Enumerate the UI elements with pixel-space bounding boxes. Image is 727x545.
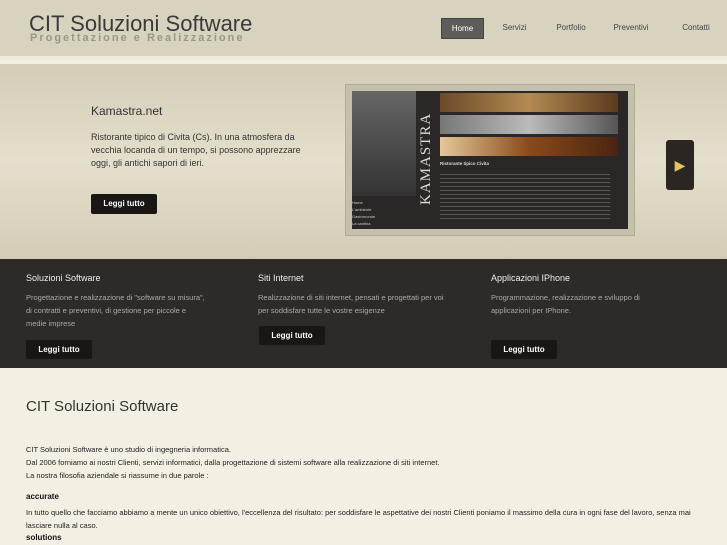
service-text: Progettazione e realizzazione di "softwa… bbox=[26, 293, 205, 328]
intro-line: CIT Soluzioni Software è uno studio di i… bbox=[26, 445, 231, 454]
slide-read-more-button[interactable]: Leggi tutto bbox=[91, 194, 157, 214]
play-arrow-icon: ▶ bbox=[674, 157, 686, 173]
service-web: Siti Internet Realizzazione di siti inte… bbox=[258, 273, 448, 317]
main-nav: Home Servizi Portfolio Preventivi Contat… bbox=[441, 18, 727, 39]
next-slide-button[interactable]: ▶ bbox=[666, 140, 694, 190]
content-title: CIT Soluzioni Software bbox=[26, 398, 179, 415]
preview-menu-item: Home bbox=[352, 200, 363, 205]
slide-text: Ristorante tipico di Civita (Cs). In una… bbox=[91, 132, 301, 168]
service-software: Soluzioni Software Progettazione e reali… bbox=[26, 273, 206, 330]
nav-home[interactable]: Home bbox=[441, 18, 484, 39]
preview-menu-item: La cantina bbox=[352, 221, 371, 226]
preview-menu-item: Gastronomia bbox=[352, 214, 375, 219]
service-title: Applicazioni IPhone bbox=[491, 273, 571, 283]
intro-line: Dal 2006 forniamo ai nostri Clienti, ser… bbox=[26, 458, 440, 467]
service-read-more-button[interactable]: Leggi tutto bbox=[259, 326, 325, 345]
intro-line: La nostra filosofia aziendale si riassum… bbox=[26, 471, 209, 480]
service-read-more-button[interactable]: Leggi tutto bbox=[26, 340, 92, 359]
service-title: Siti Internet bbox=[258, 273, 304, 283]
slide-title: Kamastra.net bbox=[91, 104, 163, 118]
heading-accurate: accurate bbox=[26, 492, 59, 501]
preview-brand: KAMASTRA bbox=[418, 112, 434, 205]
slide-preview-image[interactable]: Home L'ambiente Gastronomia La cantina K… bbox=[345, 84, 635, 236]
main-content: CIT Soluzioni Software CIT Soluzioni Sof… bbox=[26, 398, 706, 542]
services-band: Soluzioni Software Progettazione e reali… bbox=[0, 259, 727, 368]
header: CIT Soluzioni Software Progettazione e R… bbox=[0, 0, 727, 60]
service-text: Realizzazione di siti internet, pensati … bbox=[258, 293, 444, 315]
nav-preventivi[interactable]: Preventivi bbox=[597, 18, 665, 39]
service-read-more-button[interactable]: Leggi tutto bbox=[491, 340, 557, 359]
service-iphone: Applicazioni IPhone Programmazione, real… bbox=[491, 273, 671, 317]
heading-solutions: solutions bbox=[26, 533, 62, 542]
service-title: Soluzioni Software bbox=[26, 273, 101, 283]
preview-photo bbox=[352, 91, 416, 196]
nav-servizi[interactable]: Servizi bbox=[484, 18, 545, 39]
service-text: Programmazione, realizzazione e sviluppo… bbox=[491, 293, 640, 315]
tagline: Progettazione e Realizzazione bbox=[30, 32, 245, 44]
nav-portfolio[interactable]: Portfolio bbox=[545, 18, 597, 39]
nav-contatti[interactable]: Contatti bbox=[665, 18, 727, 39]
preview-heading: Ristorante tipico Civita bbox=[440, 161, 490, 166]
accurate-text: In tutto quello che facciamo abbiamo a m… bbox=[26, 508, 691, 530]
preview-menu-item: L'ambiente bbox=[352, 207, 372, 212]
